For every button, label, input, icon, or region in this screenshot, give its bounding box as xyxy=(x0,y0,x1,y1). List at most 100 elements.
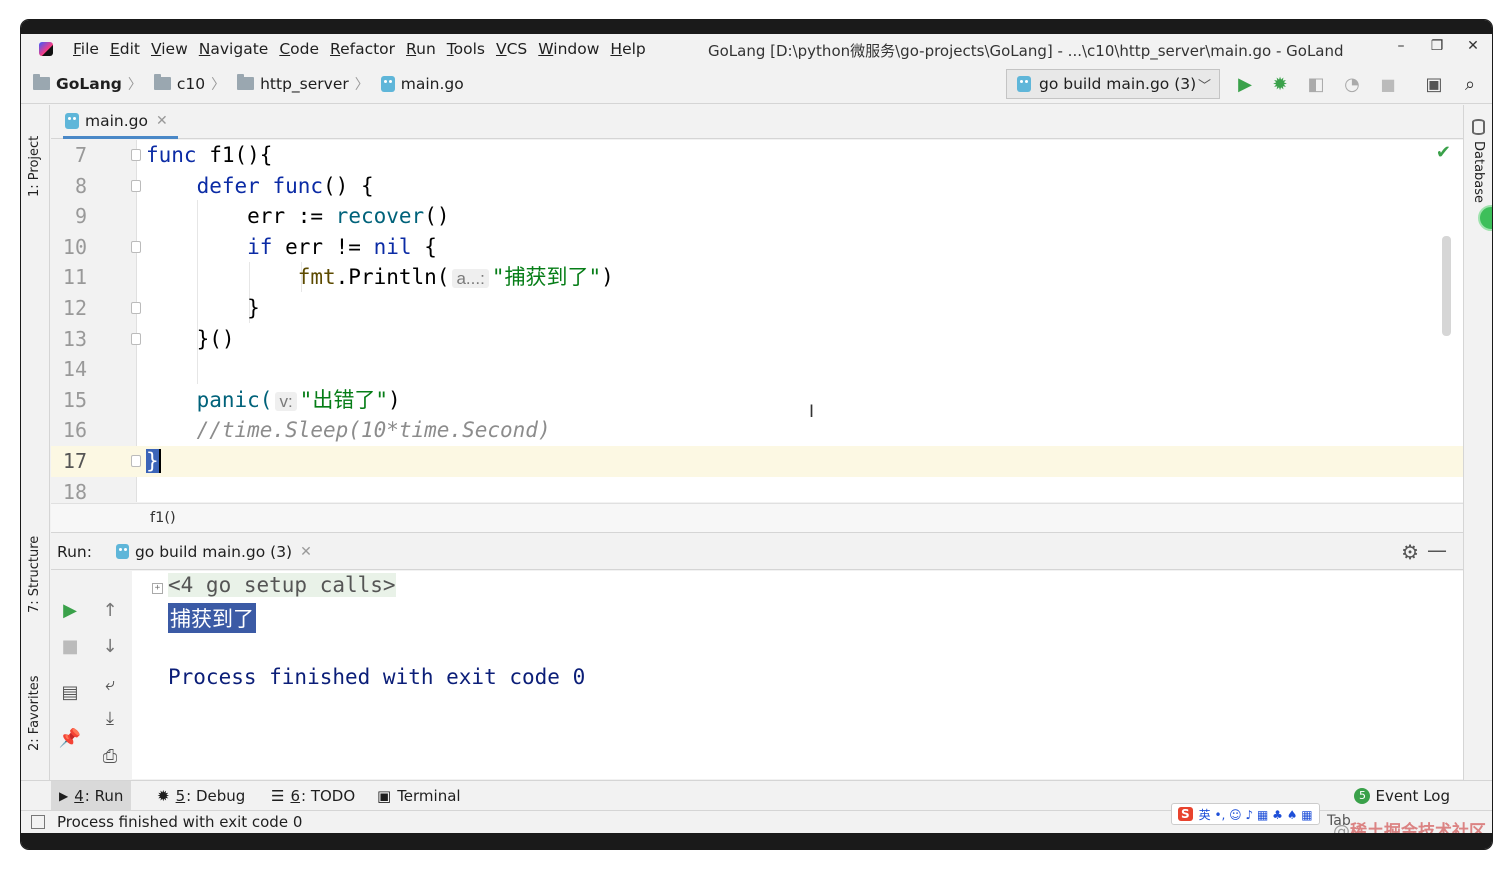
run-tab-label: go build main.go (3) xyxy=(134,542,293,561)
code-token: ) xyxy=(601,265,614,290)
restore-button[interactable]: ❐ xyxy=(1427,38,1447,54)
run-panel-label: Run: xyxy=(57,542,92,561)
coverage-icon[interactable]: ◧ xyxy=(1304,72,1328,96)
fold-marker-icon[interactable] xyxy=(131,179,141,192)
code-token: err := xyxy=(247,204,336,229)
code-token: fmt xyxy=(297,265,336,290)
line-number: 9 xyxy=(74,204,87,229)
terminal-tool-button[interactable]: ▣ Terminal xyxy=(369,781,469,811)
menu-tools[interactable]: Tools xyxy=(447,40,485,58)
menu-file[interactable]: File xyxy=(73,40,99,58)
print-icon[interactable]: ⎙ xyxy=(97,743,123,769)
mouse-text-cursor-icon: I xyxy=(809,402,815,422)
window-title: GoLang [D:\python微服务\go-projects\GoLang]… xyxy=(708,42,1344,60)
go-file-icon xyxy=(1017,76,1031,92)
breadcrumb-http-server[interactable]: http_server 〉 xyxy=(237,74,369,94)
code-line: 13 }() xyxy=(51,324,1463,355)
breadcrumb-label: c10 xyxy=(176,74,206,93)
goland-window: File Edit View Navigate Code Refactor Ru… xyxy=(21,20,1492,849)
close-tab-icon[interactable]: ✕ xyxy=(156,113,168,129)
menu-code[interactable]: Code xyxy=(279,40,319,58)
line-number: 10 xyxy=(62,234,87,259)
menu-help[interactable]: Help xyxy=(610,40,645,58)
database-tool-tab[interactable]: Database xyxy=(1471,141,1486,203)
favorites-tool-tab[interactable]: 2: Favorites xyxy=(27,675,42,751)
menu-run[interactable]: Run xyxy=(406,40,436,58)
breadcrumb-project[interactable]: GoLang 〉 xyxy=(33,74,142,94)
toggle-tool-windows-icon[interactable] xyxy=(31,815,45,829)
line-number: 18 xyxy=(62,479,87,502)
function-breadcrumb[interactable]: f1() xyxy=(150,510,176,526)
event-log-button[interactable]: 5 Event Log xyxy=(1354,781,1450,811)
tool-label: Terminal xyxy=(397,787,461,805)
structure-tool-tab[interactable]: 7: Structure xyxy=(27,536,42,613)
arrow-down-icon[interactable]: ↓ xyxy=(97,633,123,659)
project-tool-tab[interactable]: 1: Project xyxy=(27,136,42,197)
console-output[interactable]: + <4 go setup calls> 捕获到了 Process finish… xyxy=(132,571,1463,779)
minimize-button[interactable]: – xyxy=(1391,38,1411,54)
scroll-to-end-icon[interactable]: ⤓ xyxy=(97,705,123,731)
close-tab-icon[interactable]: ✕ xyxy=(300,544,312,560)
todo-tool-button[interactable]: ☰ 6: TODO xyxy=(263,781,363,811)
menu-window[interactable]: Window xyxy=(538,40,599,58)
breadcrumb-main-go[interactable]: main.go xyxy=(380,75,464,93)
code-line: 15 panic(v: "出错了") xyxy=(51,385,1463,416)
code-token: () { xyxy=(323,173,374,198)
project-structure-icon[interactable]: ▣ xyxy=(1422,72,1446,96)
expand-icon[interactable]: + xyxy=(152,583,163,594)
debug-icon[interactable]: ✹ xyxy=(1268,72,1292,96)
folder-icon xyxy=(33,74,50,90)
stop-icon[interactable]: ■ xyxy=(1376,72,1400,96)
folder-icon xyxy=(153,74,171,90)
code-token: .Println( xyxy=(335,265,450,290)
pin-icon[interactable]: 📌 xyxy=(57,725,83,751)
rerun-icon[interactable]: ▶ xyxy=(57,597,83,623)
profile-icon[interactable]: ◔ xyxy=(1340,72,1364,96)
tool-num: 6 xyxy=(290,787,300,805)
code-token: nil xyxy=(373,234,412,259)
code-token: func xyxy=(272,173,324,198)
input-method-toolbar[interactable]: S 英 •, ☺ ♪ ▦ ♣ ♠ ▦ xyxy=(1171,803,1320,825)
run-configuration-select[interactable]: go build main.go (3) ﹀ xyxy=(1006,69,1220,99)
code-editor[interactable]: 7 func f1(){ 8 defer func() { 9 err := r… xyxy=(51,140,1463,502)
search-icon[interactable]: ⌕ xyxy=(1458,72,1482,96)
editor-scrollbar[interactable] xyxy=(1442,236,1451,336)
fold-marker-icon[interactable] xyxy=(131,149,141,161)
hide-panel-icon[interactable]: — xyxy=(1427,538,1447,562)
fold-marker-icon[interactable] xyxy=(131,302,141,314)
chevron-right-icon: 〉 xyxy=(127,76,142,93)
arrow-up-icon[interactable]: ↑ xyxy=(97,597,123,623)
menu-vcs[interactable]: VCS xyxy=(496,40,527,58)
code-token: () xyxy=(424,204,450,229)
run-icon[interactable]: ▶ xyxy=(1233,72,1257,96)
code-token: err != xyxy=(272,234,374,259)
goland-logo-icon xyxy=(39,42,53,56)
close-window-button[interactable]: ✕ xyxy=(1463,38,1483,54)
breadcrumb-c10[interactable]: c10 〉 xyxy=(153,74,225,94)
soft-wrap-icon[interactable]: ⤶ xyxy=(97,671,123,697)
console-line-selected: 捕获到了 xyxy=(168,603,256,633)
fold-marker-icon[interactable] xyxy=(131,332,141,345)
matched-brace: } xyxy=(146,449,161,473)
layout-icon[interactable]: ▤ xyxy=(57,679,83,705)
code-line: 12 } xyxy=(51,293,1463,324)
go-file-icon xyxy=(380,75,395,92)
menu-edit[interactable]: Edit xyxy=(110,40,140,58)
menu-navigate[interactable]: Navigate xyxy=(199,40,269,58)
code-token: panic( xyxy=(196,387,273,412)
menu-view[interactable]: View xyxy=(151,40,188,58)
debug-tool-button[interactable]: ✹ 5: Debug xyxy=(149,781,253,811)
code-line-current: 17 } xyxy=(51,446,1463,477)
fold-marker-icon[interactable] xyxy=(131,455,141,467)
tab-main-go[interactable]: main.go ✕ xyxy=(63,105,178,139)
fold-marker-icon[interactable] xyxy=(131,240,141,253)
run-tool-button[interactable]: ▶ 4: Run xyxy=(51,781,132,811)
code-token: }() xyxy=(196,326,235,351)
stop-icon[interactable]: ■ xyxy=(57,633,83,659)
gear-icon[interactable]: ⚙ xyxy=(1401,540,1419,564)
notification-badge xyxy=(1478,205,1492,231)
menu-refactor[interactable]: Refactor xyxy=(330,40,395,58)
chevron-right-icon: 〉 xyxy=(354,76,369,93)
parameter-hint: a...: xyxy=(452,269,489,289)
run-tab[interactable]: go build main.go (3) ✕ xyxy=(115,542,312,561)
